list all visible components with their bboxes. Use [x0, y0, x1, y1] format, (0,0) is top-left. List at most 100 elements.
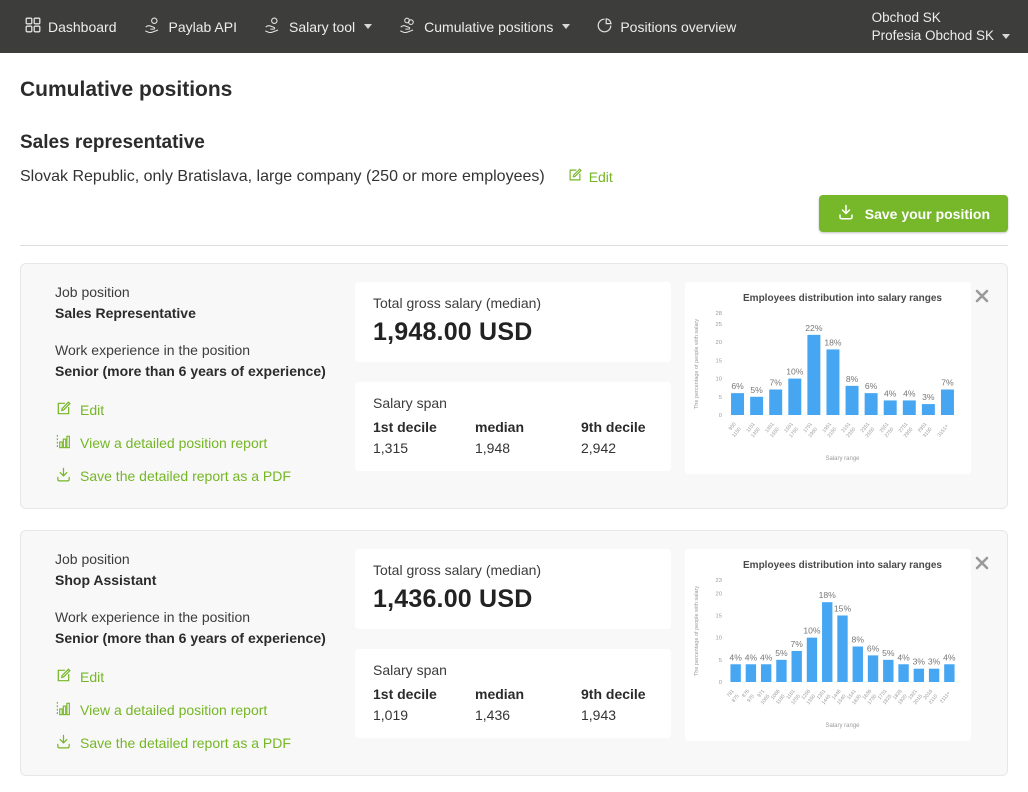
view-report-link[interactable]: View a detailed position report: [55, 700, 355, 720]
svg-text:8%: 8%: [852, 635, 865, 645]
svg-text:23: 23: [716, 578, 722, 584]
hand-coin-icon: [143, 16, 162, 37]
bar-chart-report-icon: [55, 433, 72, 453]
ninth-decile-value: 1,943: [581, 707, 653, 723]
svg-text:25: 25: [716, 322, 722, 328]
svg-text:5: 5: [719, 658, 722, 664]
svg-text:10: 10: [716, 377, 722, 383]
save-pdf-link[interactable]: Save the detailed report as a PDF: [55, 466, 355, 486]
median-header: median: [475, 419, 581, 435]
nav-item-positions-overview[interactable]: Positions overview: [583, 0, 749, 53]
view-report-link[interactable]: View a detailed position report: [55, 433, 355, 453]
edit-position-link[interactable]: Edit: [55, 667, 355, 687]
svg-text:8%: 8%: [846, 374, 859, 384]
svg-text:6%: 6%: [865, 381, 878, 391]
svg-text:4%: 4%: [903, 388, 916, 398]
account-company: Obchod SK: [872, 9, 994, 27]
caret-down-icon: [364, 24, 372, 29]
top-navbar: Dashboard Paylab API Salary tool: [0, 0, 1028, 53]
nav-label: Cumulative positions: [424, 19, 553, 35]
svg-text:Salary range: Salary range: [825, 456, 860, 462]
caret-down-icon: [1002, 34, 1010, 39]
salary-span-box: Salary span 1st decile median 9th decile…: [355, 649, 671, 738]
svg-text:10: 10: [716, 636, 722, 642]
svg-text:Salary range: Salary range: [825, 723, 860, 729]
svg-text:3%: 3%: [922, 392, 935, 402]
ninth-decile-value: 2,942: [581, 440, 653, 456]
first-decile-value: 1,315: [373, 440, 475, 456]
work-experience-label: Work experience in the position: [55, 609, 355, 625]
svg-text:18%: 18%: [819, 590, 837, 600]
caret-down-icon: [562, 24, 570, 29]
svg-text:4%: 4%: [884, 388, 897, 398]
edit-position-link[interactable]: Edit: [55, 400, 355, 420]
dashboard-grid-icon: [25, 17, 41, 36]
total-salary-value: 1,436.00 USD: [373, 585, 653, 614]
median-value: 1,948: [475, 440, 581, 456]
ninth-decile-header: 9th decile: [581, 419, 653, 435]
nav-item-cumulative-positions[interactable]: Cumulative positions: [385, 0, 583, 53]
median-value: 1,436: [475, 707, 581, 723]
edit-criteria-link[interactable]: Edit: [567, 167, 613, 186]
total-salary-label: Total gross salary (median): [373, 295, 653, 311]
nav-item-salary-tool[interactable]: Salary tool: [250, 0, 385, 53]
pencil-edit-icon: [55, 400, 72, 420]
svg-text:Employees distribution into sa: Employees distribution into salary range…: [743, 560, 942, 571]
download-icon: [55, 466, 72, 486]
nav-item-dashboard[interactable]: Dashboard: [12, 0, 130, 53]
main-content: Cumulative positions Sales representativ…: [0, 53, 1028, 776]
job-position-label: Job position: [55, 551, 355, 567]
save-pdf-link[interactable]: Save the detailed report as a PDF: [55, 733, 355, 753]
svg-text:4%: 4%: [760, 652, 773, 662]
ninth-decile-header: 9th decile: [581, 686, 653, 702]
svg-text:15: 15: [716, 358, 722, 364]
salary-span-box: Salary span 1st decile median 9th decile…: [355, 382, 671, 471]
svg-text:20: 20: [716, 340, 722, 346]
job-position-label: Job position: [55, 284, 355, 300]
svg-text:2111+: 2111+: [939, 690, 952, 704]
svg-text:20: 20: [716, 591, 722, 597]
salary-distribution-chart: Employees distribution into salary range…: [691, 556, 965, 732]
svg-text:7%: 7%: [941, 378, 954, 388]
svg-text:3%: 3%: [928, 657, 941, 667]
svg-text:5%: 5%: [882, 648, 895, 658]
work-experience-value: Senior (more than 6 years of experience): [55, 363, 355, 379]
account-user: Profesia Obchod SK: [872, 27, 994, 45]
salary-summary: Total gross salary (median) 1,436.00 USD…: [355, 549, 671, 738]
section-divider: [20, 245, 1008, 246]
nav-item-paylab-api[interactable]: Paylab API: [130, 0, 251, 53]
chart-panel: Employees distribution into salary range…: [685, 282, 971, 474]
pencil-edit-icon: [567, 167, 583, 186]
svg-text:18%: 18%: [824, 337, 842, 347]
nav-label: Positions overview: [620, 19, 736, 35]
hand-coins-icon: [398, 16, 417, 37]
account-menu[interactable]: Obchod SK Profesia Obchod SK: [872, 9, 1010, 44]
svg-text:28: 28: [716, 311, 722, 317]
svg-text:10%: 10%: [803, 626, 821, 636]
position-info: Job position Sales Representative Work e…: [55, 282, 355, 486]
close-card-button[interactable]: [973, 288, 991, 306]
bar-chart-report-icon: [55, 700, 72, 720]
svg-text:3%: 3%: [913, 657, 926, 667]
pencil-edit-icon: [55, 667, 72, 687]
svg-text:4%: 4%: [897, 652, 910, 662]
svg-text:The percentage of people with: The percentage of people with salary: [694, 586, 700, 676]
svg-text:15%: 15%: [834, 603, 852, 613]
nav-label: Salary tool: [289, 19, 355, 35]
svg-text:6%: 6%: [731, 381, 744, 391]
chart-panel: Employees distribution into salary range…: [685, 549, 971, 741]
svg-text:15: 15: [716, 613, 722, 619]
salary-distribution-chart-box: Employees distribution into salary range…: [685, 282, 971, 474]
svg-text:0: 0: [719, 680, 722, 686]
pie-chart-icon: [596, 17, 613, 37]
first-decile-value: 1,019: [373, 707, 475, 723]
svg-text:4%: 4%: [729, 652, 742, 662]
svg-text:5%: 5%: [775, 648, 788, 658]
svg-text:7%: 7%: [769, 378, 782, 388]
svg-text:10%: 10%: [786, 367, 804, 377]
save-position-button[interactable]: Save your position: [819, 195, 1008, 232]
hand-coin-icon: [263, 16, 282, 37]
nav-label: Paylab API: [169, 19, 238, 35]
svg-text:22%: 22%: [805, 323, 823, 333]
close-card-button[interactable]: [973, 555, 991, 573]
